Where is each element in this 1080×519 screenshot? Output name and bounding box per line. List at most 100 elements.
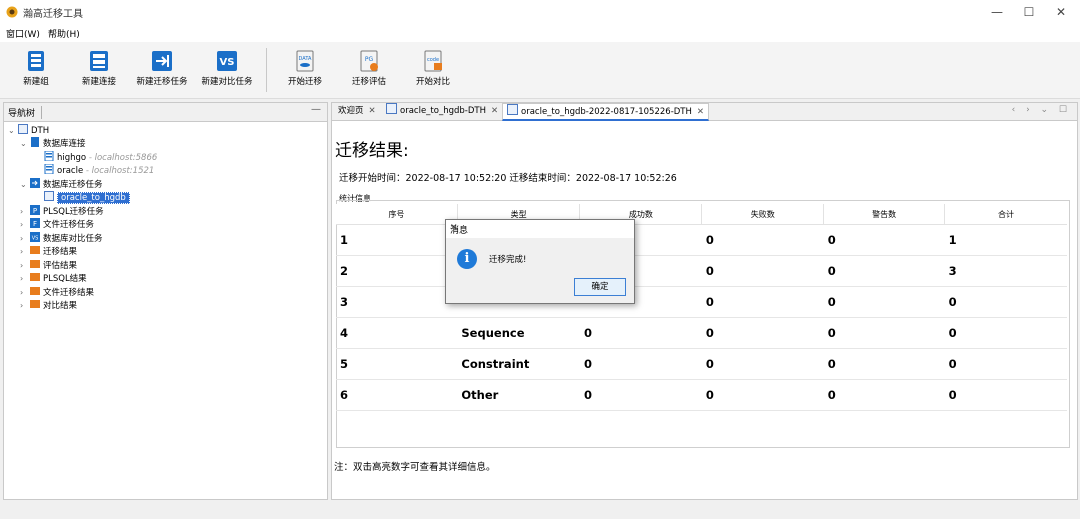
menu-window[interactable]: 窗口(W): [6, 27, 40, 40]
group-icon: [28, 51, 44, 71]
expand-icon[interactable]: ›: [20, 261, 30, 270]
cell[interactable]: 0: [701, 379, 824, 411]
cell[interactable]: 0: [944, 348, 1067, 380]
cell[interactable]: 0: [579, 348, 702, 380]
minimize-button[interactable]: —: [981, 0, 1013, 24]
expand-icon[interactable]: ›: [20, 234, 30, 243]
result-icon: [30, 273, 40, 281]
toolbar-label: 新建对比任务: [201, 77, 253, 87]
tree-item-file-results[interactable]: › 文件迁移结果: [20, 286, 94, 299]
cell[interactable]: 0: [823, 379, 945, 411]
column-header[interactable]: 序号: [336, 204, 458, 225]
tab-result[interactable]: oracle_to_hgdb-2022-0817-105226-DTH ✕: [502, 103, 710, 121]
tree-item-db-migration-tasks[interactable]: ⌄ 数据库迁移任务: [20, 178, 103, 191]
tree-label: PLSQL结果: [43, 274, 87, 284]
tree-item-conn-highgo[interactable]: highgo - localhost:5866: [44, 151, 157, 164]
column-header[interactable]: 合计: [944, 204, 1067, 225]
tree-item-plsql-results[interactable]: › PLSQL结果: [20, 272, 87, 285]
tab-navigation-controls[interactable]: ‹ › ⌄ ☐: [1012, 105, 1071, 115]
dialog-message: 迁移完成!: [489, 255, 527, 265]
tree-item-plsql-tasks[interactable]: › P PLSQL迁移任务: [20, 205, 104, 218]
new-group-button[interactable]: 新建组: [16, 46, 56, 94]
pg-badge-text: PG: [365, 56, 374, 63]
column-header[interactable]: 失败数: [701, 204, 825, 225]
cell: 3: [336, 286, 458, 318]
tree-label-selected: oracle_to_hgdb: [57, 192, 130, 204]
cell: Other: [457, 379, 580, 411]
tab-bar: 欢迎页 ✕ oracle_to_hgdb-DTH ✕ oracle_to_hgdb-…: [332, 103, 1077, 121]
database-icon: [44, 164, 54, 174]
compare-badge-text: VS: [220, 57, 235, 68]
table-row[interactable]: 6 Other 0 0 0 0: [336, 379, 1067, 411]
new-connection-button[interactable]: 新建连接: [76, 46, 122, 94]
plsql-icon: P: [30, 205, 40, 215]
toolbar-label: 新建迁移任务: [136, 77, 188, 87]
tab-welcome[interactable]: 欢迎页 ✕: [334, 103, 380, 120]
cell[interactable]: 0: [701, 286, 824, 318]
cell: 4: [336, 317, 458, 349]
tree-item-conn-oracle[interactable]: oracle - localhost:1521: [44, 164, 154, 177]
cell[interactable]: 0: [944, 379, 1067, 411]
tree-item-task-oracle-to-hgdb[interactable]: oracle_to_hgdb: [44, 191, 130, 204]
cell[interactable]: 0: [579, 317, 702, 349]
cell[interactable]: 0: [823, 348, 945, 380]
cell[interactable]: 0: [823, 286, 945, 318]
expand-icon[interactable]: ›: [20, 301, 30, 310]
cell[interactable]: 1: [944, 224, 1067, 256]
ok-button[interactable]: 确定: [574, 278, 626, 296]
toolbar: 新建组 新建连接 新建迁移任务 VS 新建对比任务 DATA 开始迁移 PG 迁…: [0, 42, 1080, 99]
result-tab-icon: [507, 104, 518, 115]
nav-header: 导航树 —: [4, 103, 327, 122]
toolbar-label: 开始对比: [415, 77, 450, 87]
collapse-icon[interactable]: ⌄: [20, 139, 30, 148]
start-compare-button[interactable]: code 开始对比: [410, 46, 456, 94]
toolbar-label: 迁移评估: [351, 77, 386, 87]
start-migration-button[interactable]: DATA 开始迁移: [284, 46, 326, 94]
cell[interactable]: 0: [823, 224, 945, 256]
tree-item-compare-tasks[interactable]: › VS 数据库对比任务: [20, 232, 103, 245]
cell[interactable]: 0: [701, 255, 824, 287]
tree-item-file-tasks[interactable]: › F 文件迁移任务: [20, 218, 94, 231]
expand-icon[interactable]: ›: [20, 247, 30, 256]
tab-task[interactable]: oracle_to_hgdb-DTH ✕: [382, 103, 502, 120]
cell[interactable]: 0: [944, 286, 1067, 318]
collapse-icon[interactable]: ⌄: [20, 180, 30, 189]
evaluate-button[interactable]: PG 迁移评估: [346, 46, 392, 94]
cell[interactable]: 0: [701, 317, 824, 349]
close-icon[interactable]: ✕: [491, 106, 498, 116]
column-header[interactable]: 警告数: [823, 204, 946, 225]
toolbar-label: 开始迁移: [287, 77, 322, 87]
collapse-icon[interactable]: ⌄: [8, 126, 18, 135]
cell[interactable]: 0: [823, 255, 945, 287]
menu-help[interactable]: 帮助(H): [48, 27, 80, 40]
window-title: 瀚高迁移工具: [23, 9, 83, 20]
table-row[interactable]: 4 Sequence 0 0 0 0: [336, 317, 1067, 349]
new-compare-task-button[interactable]: VS 新建对比任务: [198, 46, 256, 94]
tree-item-compare-results[interactable]: › 对比结果: [20, 299, 77, 312]
expand-icon[interactable]: ›: [20, 207, 30, 216]
new-migration-task-button[interactable]: 新建迁移任务: [134, 46, 190, 94]
expand-icon[interactable]: ›: [20, 274, 30, 283]
cell[interactable]: 3: [944, 255, 1067, 287]
expand-icon[interactable]: ›: [20, 288, 30, 297]
close-icon[interactable]: ✕: [697, 107, 704, 117]
cell[interactable]: 0: [701, 348, 824, 380]
data-badge-text: DATA: [299, 56, 312, 62]
close-button[interactable]: ✕: [1045, 0, 1077, 24]
cell[interactable]: 0: [944, 317, 1067, 349]
dialog-close-button[interactable]: ✕: [450, 223, 629, 233]
tree-root[interactable]: ⌄ DTH: [8, 124, 49, 137]
connection-icon: [90, 51, 108, 71]
close-icon[interactable]: ✕: [369, 106, 376, 116]
nav-minimize-button[interactable]: —: [311, 104, 321, 115]
tree-item-eval-results[interactable]: › 评估结果: [20, 259, 77, 272]
cell[interactable]: 0: [579, 379, 702, 411]
expand-icon[interactable]: ›: [20, 220, 30, 229]
table-row[interactable]: 5 Constraint 0 0 0 0: [336, 348, 1067, 380]
tree-item-db-connections[interactable]: ⌄ 数据库连接: [20, 137, 86, 150]
tree-host: - localhost:5866: [88, 153, 158, 163]
cell[interactable]: 0: [701, 224, 824, 256]
maximize-button[interactable]: ☐: [1013, 0, 1045, 24]
tree-item-migration-results[interactable]: › 迁移结果: [20, 245, 77, 258]
cell[interactable]: 0: [823, 317, 945, 349]
